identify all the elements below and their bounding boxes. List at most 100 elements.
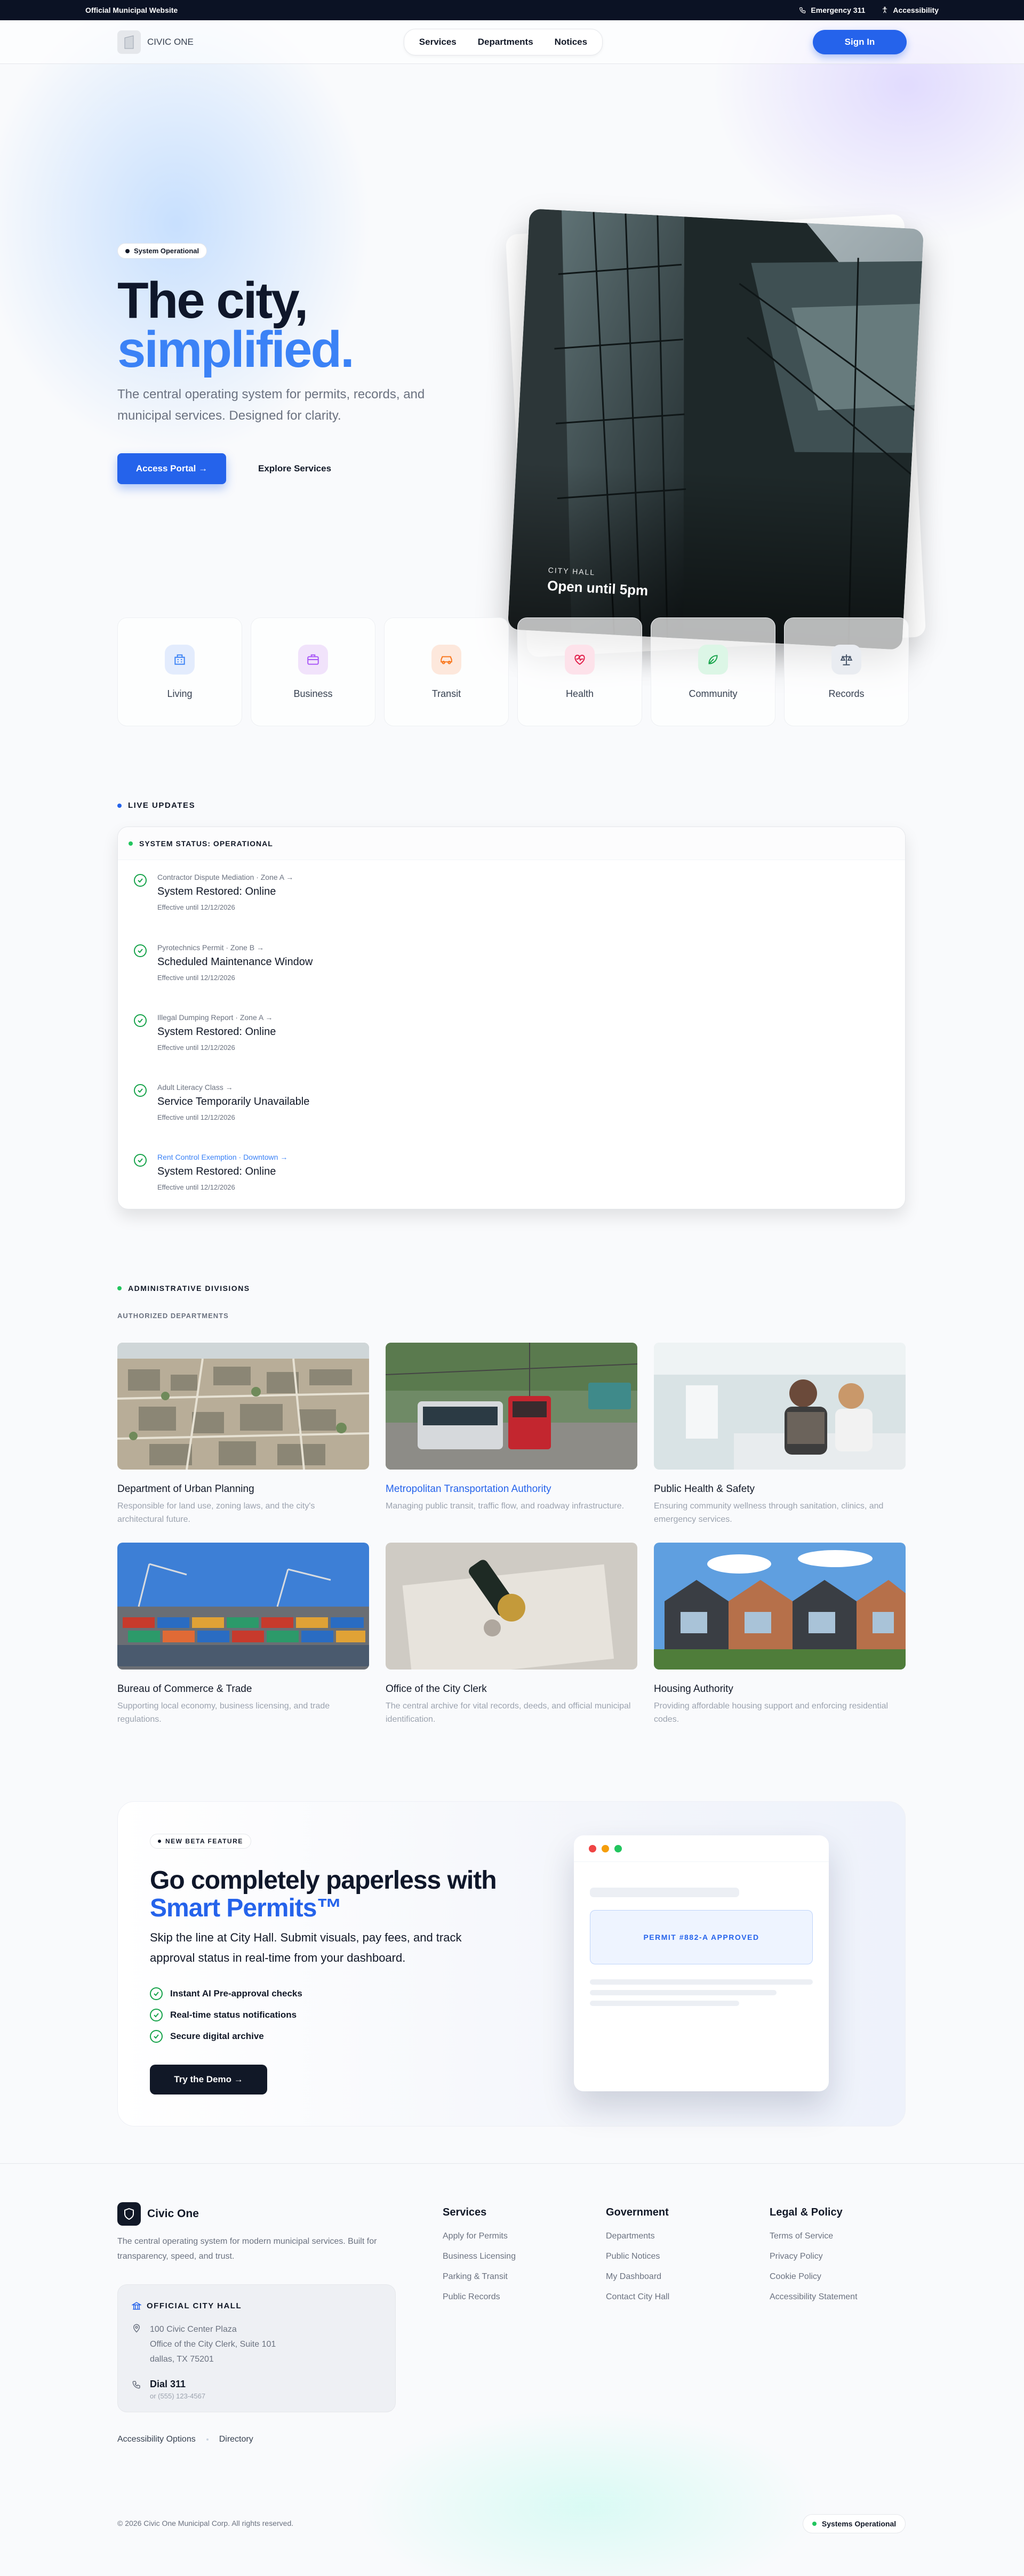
department-card[interactable]: Department of Urban Planning Responsible… [117,1343,369,1543]
footer-link[interactable]: Terms of Service [770,2232,858,2241]
green-dot [117,1286,122,1290]
official-site-label: Official Municipal Website [85,6,178,14]
building-icon [165,644,195,675]
footer-link[interactable]: Public Notices [606,2252,669,2261]
check-circle-icon [134,944,147,957]
sign-in-button[interactable]: Sign In [812,29,907,54]
phone-icon [799,7,806,13]
wax-seal-image [386,1543,637,1670]
try-demo-button[interactable]: Try the Demo → [150,2065,267,2094]
check-circle-icon [134,1084,147,1097]
check-circle-icon [150,2030,163,2043]
update-item[interactable]: Illegal Dumping Report · Zone A → System… [134,1013,276,1052]
system-status-header: SYSTEM STATUS: OPERATIONAL [118,827,905,860]
footer-sub-links: Accessibility Options Directory [117,2435,253,2444]
copyright: © 2026 Civic One Municipal Corp. All rig… [117,2519,294,2527]
departments-subtitle: AUTHORIZED DEPARTMENTS [117,1312,229,1320]
department-card[interactable]: Office of the City Clerk The central arc… [386,1543,637,1743]
tram-bus-image [386,1343,637,1470]
separator-dot [206,2438,209,2441]
beta-title: Go completely paperless with Smart Permi… [150,1866,497,1922]
update-item[interactable]: Pyrotechnics Permit · Zone B → Scheduled… [134,943,313,982]
map-pin-icon [133,2324,140,2333]
shipping-port-image [117,1543,369,1670]
window-minimize-dot [602,1844,609,1852]
beta-feature-section: NEW BETA FEATURE Go completely paperless… [117,1801,906,2126]
check-circle-icon [134,1014,147,1027]
beta-pill: NEW BETA FEATURE [150,1834,251,1849]
explore-services-button[interactable]: Explore Services [247,453,342,484]
update-item[interactable]: Rent Control Exemption · Downtown → Syst… [134,1153,287,1191]
footer-link[interactable]: Parking & Transit [443,2272,516,2282]
check-circle-icon [150,1987,163,2000]
hero-card-caption: CITY HALL Open until 5pm [547,565,649,599]
feature-item: Real-time status notifications [150,2009,297,2021]
phone-row[interactable]: Dial 311 or (555) 123-4567 [132,2379,381,2400]
building-icon [132,2302,141,2310]
footer-link[interactable]: My Dashboard [606,2272,669,2282]
hero-title: The city, simplified. [117,272,355,378]
window-close-dot [589,1844,596,1852]
footer-link[interactable]: Departments [606,2232,669,2241]
accessibility-link[interactable]: Accessibility [881,6,939,14]
footer-column-government: Government Departments Public Notices My… [606,2206,670,2302]
category-records[interactable]: Records [784,617,909,726]
update-item[interactable]: Contractor Dispute Mediation · Zone A → … [134,873,293,911]
nav-link-services[interactable]: Services [410,33,466,52]
footer-brand[interactable]: Civic One [117,2202,199,2226]
skeleton-line [590,1990,777,1995]
heart-pulse-icon [565,644,595,675]
nav-link-departments[interactable]: Departments [468,33,543,52]
window-controls [574,1835,829,1862]
permit-approved-badge: PERMIT #882-A APPROVED [590,1910,813,1964]
hero-lead: The central operating system for permits… [117,387,425,423]
nav-links: Services Departments Notices [403,28,603,55]
hero-image-card: CITY HALL Open until 5pm [507,208,924,650]
skeleton-line [590,1888,739,1897]
status-dot [812,2522,817,2526]
footer-link[interactable]: Public Records [443,2292,516,2302]
clinic-image [654,1343,906,1470]
accessibility-options-link[interactable]: Accessibility Options [117,2435,196,2444]
update-item[interactable]: Adult Literacy Class → Service Temporari… [134,1083,309,1121]
skeleton-line [590,1979,813,1985]
utility-bar: Official Municipal Website Emergency 311… [0,0,1024,20]
check-circle-icon [150,2009,163,2021]
category-business[interactable]: Business [251,617,375,726]
phone-icon [132,2381,140,2389]
leaf-icon [698,644,728,675]
directory-link[interactable]: Directory [219,2435,253,2444]
department-card[interactable]: Bureau of Commerce & Trade Supporting lo… [117,1543,369,1743]
divisions-heading: ADMINISTRATIVE DIVISIONS [117,1284,250,1293]
category-living[interactable]: Living [117,617,242,726]
footer-link[interactable]: Privacy Policy [770,2252,858,2261]
brand[interactable]: CIVIC ONE [117,30,194,54]
footer-link[interactable]: Apply for Permits [443,2232,516,2241]
aerial-city-image [117,1343,369,1470]
department-card[interactable]: Housing Authority Providing affordable h… [654,1543,906,1743]
check-circle-icon [134,874,147,887]
emergency-link[interactable]: Emergency 311 [799,6,865,14]
hero-section: System Operational The city, simplified.… [0,64,1024,658]
shield-icon [117,2202,141,2226]
main-nav: CIVIC ONE Services Departments Notices S… [0,20,1024,64]
footer-link[interactable]: Contact City Hall [606,2292,669,2302]
category-community[interactable]: Community [651,617,775,726]
status-pill: System Operational [117,243,207,259]
nav-link-notices[interactable]: Notices [545,33,597,52]
department-card[interactable]: Metropolitan Transportation Authority Ma… [386,1343,637,1543]
departments-grid: Department of Urban Planning Responsible… [117,1343,906,1743]
city-hall-heading: OFFICIAL CITY HALL [132,2301,381,2310]
window-maximize-dot [614,1844,622,1852]
category-health[interactable]: Health [517,617,642,726]
category-transit[interactable]: Transit [384,617,509,726]
footer-link[interactable]: Accessibility Statement [770,2292,858,2302]
department-card[interactable]: Public Health & Safety Ensuring communit… [654,1343,906,1543]
beta-description: Skip the line at City Hall. Submit visua… [150,1931,462,1964]
footer-link[interactable]: Business Licensing [443,2252,516,2261]
service-categories: Living Business Transit Health Community [117,617,909,726]
check-circle-icon [134,1154,147,1167]
feature-item: Instant AI Pre-approval checks [150,1987,302,2000]
access-portal-button[interactable]: Access Portal → [117,453,226,484]
footer-link[interactable]: Cookie Policy [770,2272,858,2282]
